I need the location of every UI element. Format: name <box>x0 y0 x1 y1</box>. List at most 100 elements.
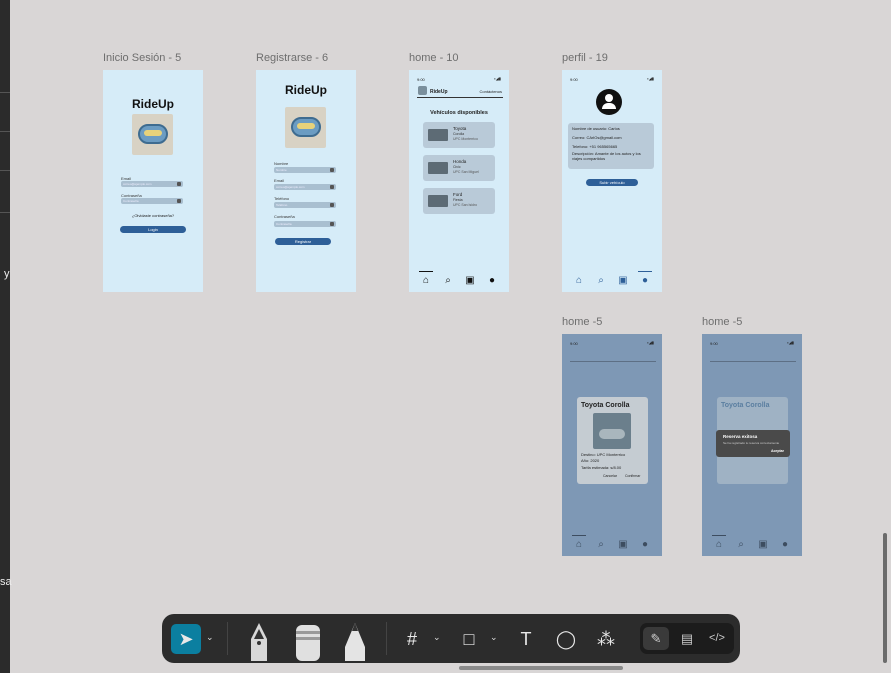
signal-icon: ▪◢▮ <box>647 340 654 345</box>
vehicle-card[interactable]: Toyota Corolla UPC Monterrico <box>423 122 495 148</box>
username-line: Nombre de usuario: Carlos <box>572 126 620 131</box>
email-field[interactable]: correo@ejemplo.com <box>121 181 183 187</box>
code-icon: </> <box>709 632 725 644</box>
home-icon[interactable]: ⌂ <box>574 276 584 286</box>
frame-label-home-modal[interactable]: home -5 <box>562 316 602 328</box>
chevron-down-icon[interactable]: ⌄ <box>433 632 441 643</box>
dialog-text: Se ha registrado tu reserva correctament… <box>723 441 780 445</box>
phone-field[interactable]: Teléfono <box>274 202 336 208</box>
mode-switcher: ✎ ▤ </> <box>640 623 734 654</box>
forgot-password-link[interactable]: ¿Olvidaste contraseña? <box>103 213 203 218</box>
car-icon[interactable]: ▣ <box>618 540 628 550</box>
home-icon[interactable]: ⌂ <box>714 540 724 550</box>
frame-login[interactable]: RideUp Email correo@ejemplo.com Contrase… <box>103 70 203 292</box>
signal-icon: ▪◢▮ <box>494 76 501 81</box>
app-title: RideUp <box>132 97 174 111</box>
frame-home[interactable]: 9:00 ▪◢▮ RideUp Contáctenos Vehículos di… <box>409 70 509 292</box>
car-icon[interactable]: ▣ <box>758 540 768 550</box>
vertical-scrollbar[interactable] <box>883 533 887 663</box>
bottom-tab-bar: ⌂ ⌕ ▣ ● <box>702 534 802 556</box>
login-button[interactable]: Login <box>120 226 186 233</box>
vehicle-model: Corolla <box>453 132 465 136</box>
name-placeholder: Nombre <box>276 168 287 172</box>
frame-label-register[interactable]: Registrarse - 6 <box>256 52 328 64</box>
horizontal-scrollbar[interactable] <box>459 666 623 670</box>
rectangle-icon: □ <box>463 629 475 649</box>
vehicle-brand: Honda <box>453 159 467 164</box>
vehicle-model: Fiesta <box>453 198 463 202</box>
toolbar-divider <box>227 622 228 655</box>
user-icon[interactable]: ● <box>640 276 650 286</box>
comment-tool-button[interactable]: ◯ <box>551 624 581 654</box>
home-icon[interactable]: ⌂ <box>574 540 584 550</box>
home-icon[interactable]: ⌂ <box>421 276 431 286</box>
design-mode-button[interactable]: ▤ <box>674 627 700 650</box>
draw-mode-button[interactable]: ✎ <box>643 627 669 650</box>
car-image <box>428 195 448 207</box>
confirm-button[interactable]: Confirmar <box>625 474 640 478</box>
frame-profile[interactable]: 9:00 ▪◢▮ Nombre de usuario: Carlos Corre… <box>562 70 662 292</box>
active-tab-indicator <box>419 271 433 272</box>
accept-button[interactable]: Aceptar <box>771 449 784 453</box>
move-tool-button[interactable]: ➤ <box>171 624 201 654</box>
shape-tool-button[interactable]: □ <box>454 624 484 654</box>
upload-vehicle-button[interactable]: Subir vehículo <box>586 179 638 186</box>
frame-home-modal[interactable]: 9:00 ▪◢▮ Toyota Corolla Destino: UPC Mon… <box>562 334 662 556</box>
password-field[interactable]: Contraseña <box>274 221 336 227</box>
bottom-toolbar: ➤ ⌄ # ⌄ □ ⌄ T ◯ ⁂ ✎ ▤ </> <box>162 614 740 663</box>
frame-home-success[interactable]: 9:00 ▪◢▮ Toyota Corolla Reserva exitosa … <box>702 334 802 556</box>
vehicle-card[interactable]: Honda Civic UPC San Miguel <box>423 155 495 181</box>
vehicle-detail-modal: Toyota Corolla Destino: UPC Monterrico A… <box>577 397 648 484</box>
user-icon <box>330 168 334 172</box>
vehicle-card[interactable]: Ford Fiesta UPC San Isidro <box>423 188 495 214</box>
chevron-down-icon[interactable]: ⌄ <box>206 632 214 643</box>
text-tool-button[interactable]: T <box>511 624 541 654</box>
active-tab-indicator <box>638 271 652 272</box>
email-field[interactable]: correo@ejemplo.com <box>274 184 336 190</box>
frame-label-login[interactable]: Inicio Sesión - 5 <box>103 52 181 64</box>
faded-car-title: Toyota Corolla <box>721 402 770 409</box>
name-field[interactable]: Nombre <box>274 167 336 173</box>
left-panel-edge: y sa <box>0 0 12 673</box>
frame-register[interactable]: RideUp Nombre Nombre Email correo@ejempl… <box>256 70 356 292</box>
frame-label-home[interactable]: home - 10 <box>409 52 459 64</box>
avatar[interactable] <box>596 89 622 115</box>
phone-line: Telefono: +51 965565665 <box>572 144 618 149</box>
car-photo <box>593 413 631 449</box>
password-field[interactable]: Contraseña <box>121 198 183 204</box>
register-button[interactable]: Registrar <box>275 238 331 245</box>
fare-line: Tarifa estimada: s/8.00 <box>581 465 622 470</box>
car-icon[interactable]: ▣ <box>618 276 628 286</box>
chevron-down-icon[interactable]: ⌄ <box>490 632 498 643</box>
frame-label-home-success[interactable]: home -5 <box>702 316 742 328</box>
dev-mode-button[interactable]: </> <box>704 627 730 650</box>
contact-link[interactable]: Contáctenos <box>480 89 502 94</box>
pencil-tool-button[interactable] <box>343 621 367 663</box>
status-time: 9:00 <box>570 341 578 346</box>
search-icon[interactable]: ⌕ <box>596 540 606 550</box>
status-time: 9:00 <box>710 341 718 346</box>
header-divider <box>570 361 656 362</box>
rail-divider <box>0 92 10 93</box>
search-icon[interactable]: ⌕ <box>443 276 453 286</box>
actions-tool-button[interactable]: ⁂ <box>591 624 621 654</box>
logo-image <box>132 114 173 155</box>
marker-tool-button[interactable] <box>294 621 320 663</box>
dialog-title: Reserva exitosa <box>723 434 758 439</box>
mail-icon <box>177 182 181 186</box>
user-icon[interactable]: ● <box>487 276 497 286</box>
name-label: Nombre <box>274 161 289 166</box>
phone-label: Teléfono <box>274 196 290 201</box>
header-divider <box>710 361 796 362</box>
cancel-button[interactable]: Cancelar <box>603 474 617 478</box>
search-icon[interactable]: ⌕ <box>736 540 746 550</box>
frame-label-profile[interactable]: perfil - 19 <box>562 52 608 64</box>
car-icon[interactable]: ▣ <box>465 276 475 286</box>
password-placeholder: Contraseña <box>123 199 139 203</box>
user-icon[interactable]: ● <box>780 540 790 550</box>
search-icon[interactable]: ⌕ <box>596 276 606 286</box>
pen-tool-button[interactable] <box>247 621 271 663</box>
frame-tool-button[interactable]: # <box>397 624 427 654</box>
bottom-tab-bar: ⌂ ⌕ ▣ ● <box>562 270 662 292</box>
user-icon[interactable]: ● <box>640 540 650 550</box>
